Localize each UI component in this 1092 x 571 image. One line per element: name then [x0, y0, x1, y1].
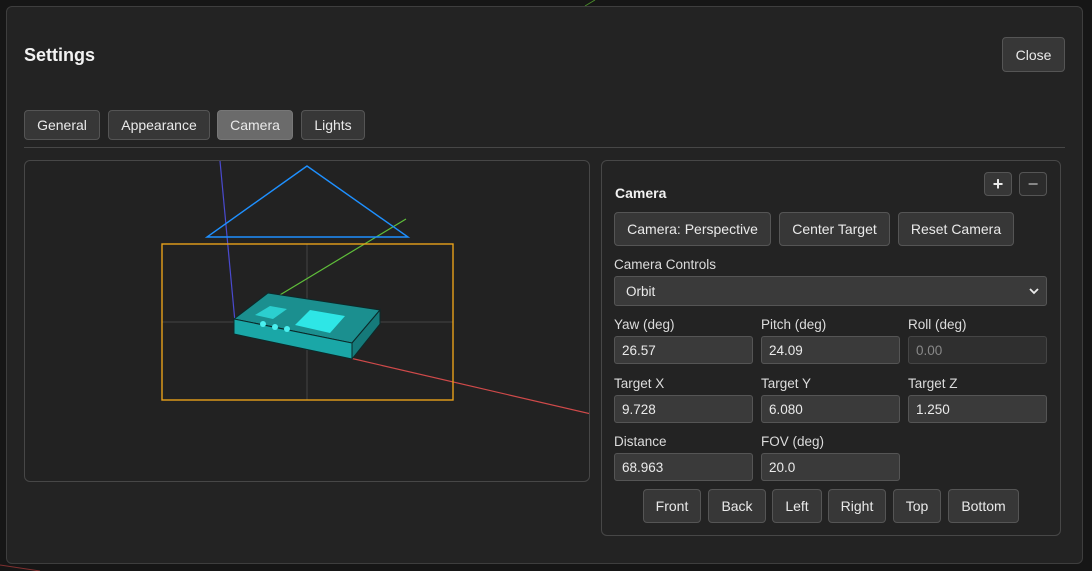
roll-label: Roll (deg) — [908, 317, 967, 332]
plus-icon: + — [992, 173, 1004, 194]
camera-controls-value: Orbit — [626, 283, 656, 299]
tab-general[interactable]: General — [24, 110, 100, 140]
view-top-button[interactable]: Top — [893, 489, 941, 523]
view-bottom-button[interactable]: Bottom — [948, 489, 1019, 523]
distance-label: Distance — [614, 434, 667, 449]
camera-controls-select[interactable]: Orbit — [614, 276, 1047, 306]
camera-preview-viewport[interactable] — [24, 160, 590, 482]
chevron-down-icon — [1029, 288, 1039, 295]
tab-camera[interactable]: Camera — [217, 110, 293, 140]
axis-z-line — [219, 161, 236, 323]
fov-label: FOV (deg) — [761, 434, 825, 449]
pitch-label: Pitch (deg) — [761, 317, 827, 332]
yaw-input[interactable]: 26.57 — [614, 336, 753, 364]
target-x-input[interactable]: 9.728 — [614, 395, 753, 423]
pitch-input[interactable]: 24.09 — [761, 336, 900, 364]
close-button[interactable]: Close — [1002, 37, 1065, 72]
target-y-input[interactable]: 6.080 — [761, 395, 900, 423]
yaw-label: Yaw (deg) — [614, 317, 675, 332]
target-z-label: Target Z — [908, 376, 958, 391]
roll-input: 0.00 — [908, 336, 1047, 364]
camera-preview-scene — [161, 161, 589, 415]
axis-x-line — [349, 357, 589, 415]
reset-camera-button[interactable]: Reset Camera — [898, 212, 1014, 246]
view-left-button[interactable]: Left — [772, 489, 822, 523]
center-target-button[interactable]: Center Target — [779, 212, 890, 246]
fov-input[interactable]: 20.0 — [761, 453, 900, 481]
camera-frustum — [204, 165, 411, 238]
target-z-input[interactable]: 1.250 — [908, 395, 1047, 423]
target-y-label: Target Y — [761, 376, 812, 391]
minus-icon: − — [1027, 173, 1039, 194]
settings-dialog: Settings Close General Appearance Camera… — [6, 6, 1083, 564]
tab-appearance[interactable]: Appearance — [108, 110, 210, 140]
camera-mode-button[interactable]: Camera: Perspective — [614, 212, 771, 246]
view-front-button[interactable]: Front — [643, 489, 701, 523]
dialog-title: Settings — [24, 45, 96, 65]
remove-camera-button[interactable]: − — [1019, 172, 1047, 196]
add-camera-button[interactable]: + — [984, 172, 1012, 196]
tabs-divider — [24, 147, 1065, 148]
target-x-label: Target X — [614, 376, 665, 391]
camera-panel: Camera + − Camera: Perspective Center Ta… — [601, 160, 1061, 536]
camera-controls-label: Camera Controls — [614, 257, 717, 272]
camera-panel-title: Camera — [615, 185, 667, 201]
view-back-button[interactable]: Back — [708, 489, 766, 523]
distance-input[interactable]: 68.963 — [614, 453, 753, 481]
board-model — [232, 292, 381, 361]
tab-lights[interactable]: Lights — [301, 110, 365, 140]
view-right-button[interactable]: Right — [828, 489, 886, 523]
